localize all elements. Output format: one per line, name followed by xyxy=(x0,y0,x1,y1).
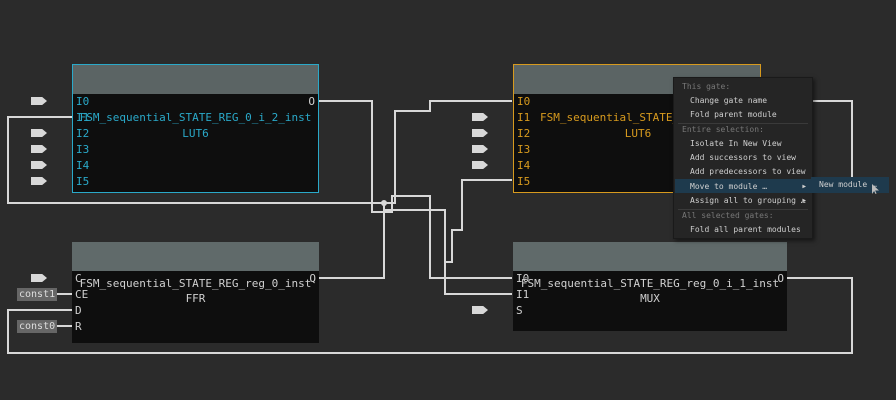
pin-i1[interactable]: I1 xyxy=(76,112,89,124)
pin-o[interactable]: O xyxy=(777,273,784,285)
menu-section-all-selected: All selected gates: xyxy=(682,211,774,220)
pin-i5[interactable]: I5 xyxy=(517,176,530,188)
pin-i4[interactable]: I4 xyxy=(517,160,530,172)
menu-item-fold-parent-module[interactable]: Fold parent module xyxy=(690,110,777,119)
pin-c[interactable]: C xyxy=(75,273,82,285)
pin-i2[interactable]: I2 xyxy=(517,128,530,140)
pin-r[interactable]: R xyxy=(75,321,82,333)
pin-i3[interactable]: I3 xyxy=(517,144,530,156)
gate-type: MUX xyxy=(640,292,660,305)
pin-ce[interactable]: CE xyxy=(75,289,88,301)
gate-type: LUT6 xyxy=(182,127,209,140)
constant-tag-const0[interactable]: const0 xyxy=(17,320,58,333)
menu-item-fold-all-parent-modules[interactable]: Fold all parent modules xyxy=(690,225,801,234)
menu-item-change-gate-name[interactable]: Change gate name xyxy=(690,96,767,105)
pin-o[interactable]: O xyxy=(308,96,315,108)
submenu-arrow-icon: ▶ xyxy=(802,183,806,190)
net-right-feedback xyxy=(445,179,512,263)
pin-i5[interactable]: I5 xyxy=(76,176,89,188)
pin-i1[interactable]: I1 xyxy=(516,289,529,301)
pin-i1[interactable]: I1 xyxy=(517,112,530,124)
gate-lut6-top-left[interactable]: FSM_sequential_STATE_REG_0_i_2_inst LUT6… xyxy=(72,64,319,193)
gate-name: FSM_sequential_STATE_REG_0_i_2_inst xyxy=(79,111,312,124)
context-menu: This gate: Change gate name Fold parent … xyxy=(673,77,813,239)
menu-item-move-to-module[interactable]: Move to module … xyxy=(690,182,767,191)
pin-q[interactable]: Q xyxy=(309,273,316,285)
pin-s[interactable]: S xyxy=(516,305,523,317)
net-lut-out xyxy=(319,100,512,279)
menu-separator xyxy=(678,209,808,210)
net-junction xyxy=(381,200,387,206)
net-mux-i1 xyxy=(383,203,512,295)
pin-d[interactable]: D xyxy=(75,305,82,317)
pin-i0[interactable]: I0 xyxy=(516,273,529,285)
pin-i3[interactable]: I3 xyxy=(76,144,89,156)
gate-name: FSM_sequential_STATE_REG_reg_0_inst xyxy=(79,277,312,290)
gate-header xyxy=(513,242,787,271)
gate-header xyxy=(72,242,319,271)
submenu-move-to-module[interactable]: New module … xyxy=(811,177,889,193)
menu-item-add-predecessors[interactable]: Add predecessors to view xyxy=(690,167,806,176)
menu-separator xyxy=(678,123,808,124)
menu-section-this-gate: This gate: xyxy=(682,82,731,91)
net-ffr-q xyxy=(319,203,385,279)
pin-i2[interactable]: I2 xyxy=(76,128,89,140)
gate-ffr[interactable]: FSM_sequential_STATE_REG_reg_0_inst FFR … xyxy=(72,242,319,343)
gate-header xyxy=(73,65,318,94)
gate-mux[interactable]: FSM_sequential_STATE_REG_reg_0_i_1_inst … xyxy=(513,242,787,331)
constant-tag-const1[interactable]: const1 xyxy=(17,288,58,301)
menu-item-isolate-in-new-view[interactable]: Isolate In New View xyxy=(690,139,782,148)
pin-i0[interactable]: I0 xyxy=(517,96,530,108)
menu-item-assign-grouping[interactable]: Assign all to grouping … xyxy=(690,196,806,205)
net-lut-right-out xyxy=(811,100,853,187)
pin-i4[interactable]: I4 xyxy=(76,160,89,172)
menu-item-add-successors[interactable]: Add successors to view xyxy=(690,153,796,162)
pin-i0[interactable]: I0 xyxy=(76,96,89,108)
net-to-lut-right xyxy=(384,100,512,204)
submenu-arrow-icon: ▶ xyxy=(802,197,806,204)
menu-section-entire-selection: Entire selection: xyxy=(682,125,764,134)
gate-name: FSM_sequential_STATE_REG_reg_0_i_1_inst xyxy=(520,277,780,290)
submenu-item-new-module[interactable]: New module … xyxy=(819,180,877,189)
gate-type: FFR xyxy=(185,292,206,305)
